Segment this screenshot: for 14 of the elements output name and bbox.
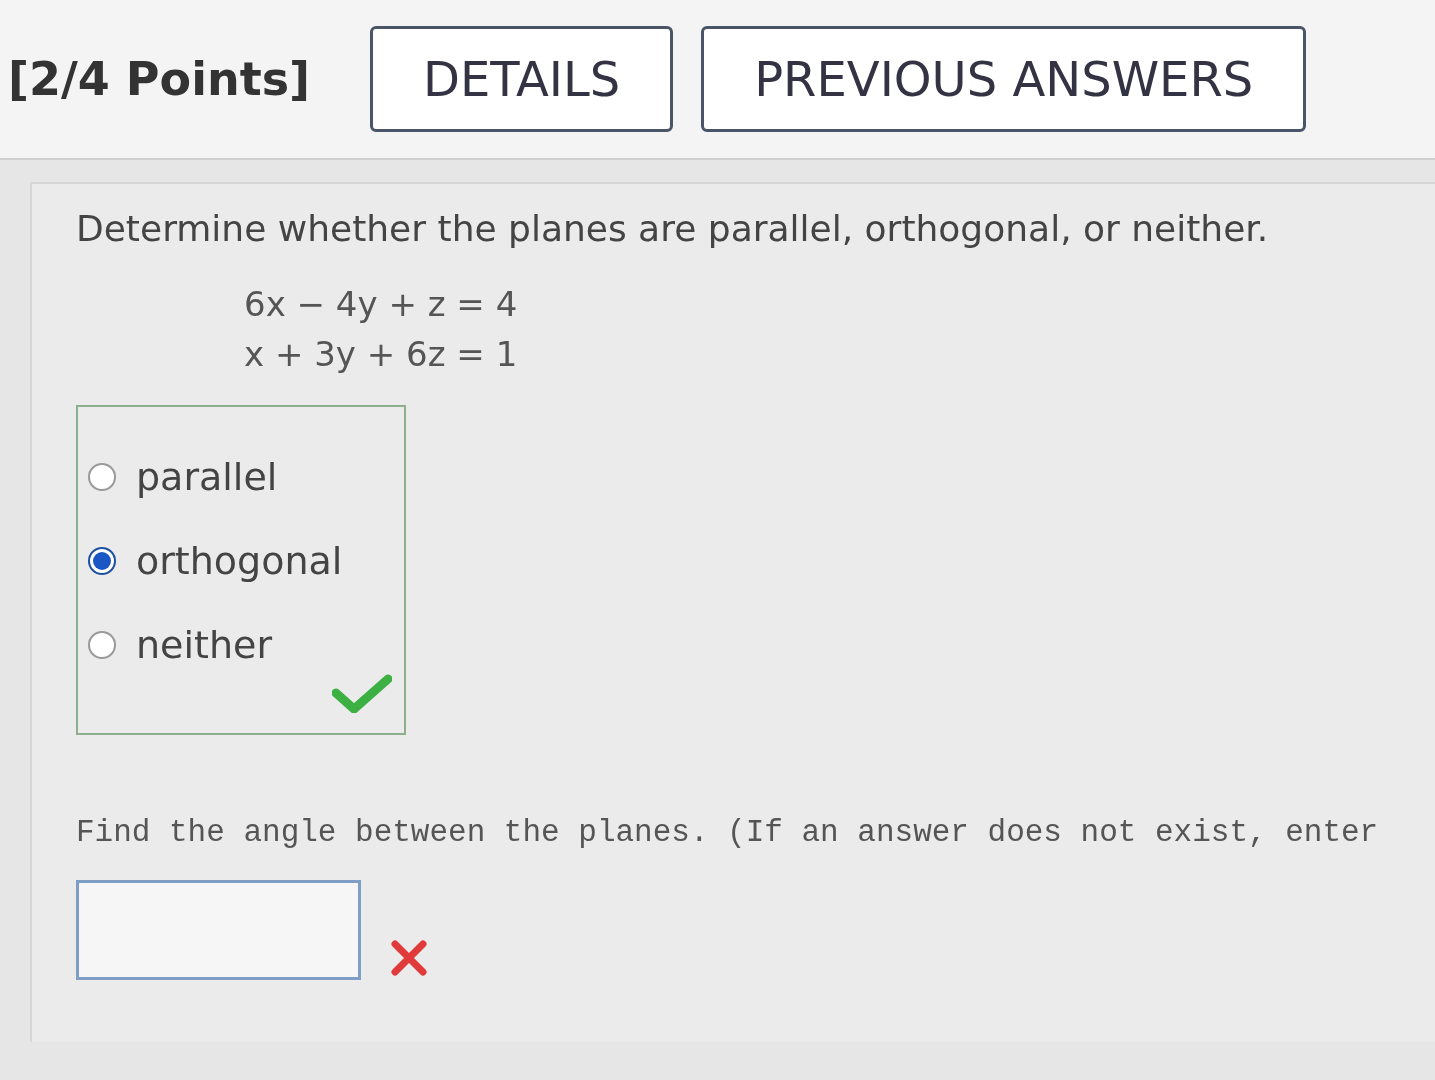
option-label: neither [136,623,272,667]
option-label: orthogonal [136,539,343,583]
radio-button[interactable] [88,547,116,575]
question-text: Find the angle between the planes. (If an answer does not exist, enter [76,815,1380,850]
equation: x + 3y + 6z = 1 [244,333,518,376]
radio-button[interactable] [88,463,116,491]
points-label: [2/4 Points] [8,52,311,106]
equation: 6x − 4y + z = 4 [244,283,518,326]
radio-button[interactable] [88,631,116,659]
previous-answers-button[interactable]: PREVIOUS ANSWERS [701,26,1307,132]
details-button[interactable]: DETAILS [370,26,674,132]
answer-field[interactable] [76,880,361,980]
option-label: parallel [136,455,278,499]
question-text: Determine whether the planes are parallel, orthogonal, or neither. [76,208,1270,249]
